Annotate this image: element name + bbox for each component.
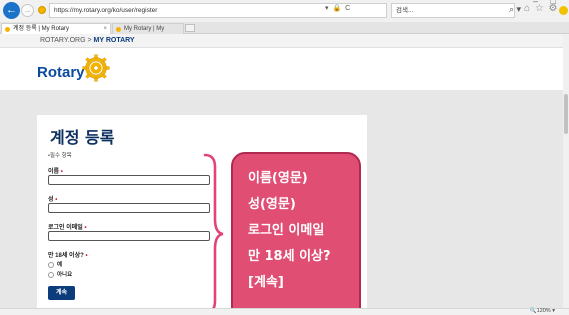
callout-line: 이름(영문) xyxy=(248,171,308,186)
annotation-callout: 이름(영문) 성(영문) 로그인 이메일 만 18세 이상? [계속] xyxy=(231,152,361,315)
page-scrollbar[interactable] xyxy=(563,34,569,308)
tab-favicon-icon xyxy=(5,27,10,32)
required-marker: • xyxy=(85,253,88,259)
search-icon[interactable]: ⌕ ▾ xyxy=(509,4,521,15)
tab-label: 계정 등록 | My Rotary xyxy=(13,26,69,32)
tab-account-register[interactable]: 계정 등록 | My Rotary × xyxy=(1,23,111,34)
age-option-no[interactable]: 아니요 xyxy=(48,270,72,278)
zoom-level[interactable]: 🔍120% ▾ xyxy=(530,308,555,314)
callout-line: 성(영문) xyxy=(248,197,296,212)
age-question-text: 만 18세 이상? xyxy=(48,253,84,259)
breadcrumb-root-link[interactable]: ROTARY.ORG xyxy=(40,37,86,44)
breadcrumb-separator: > xyxy=(85,37,94,44)
search-input[interactable]: 검색... xyxy=(391,3,515,18)
age-option-yes[interactable]: 예 xyxy=(48,260,62,268)
forward-button[interactable]: → xyxy=(21,4,34,17)
first-name-label: 이름 • xyxy=(48,166,63,175)
last-name-field[interactable] xyxy=(48,203,210,213)
radio-yes-label: 예 xyxy=(57,262,63,268)
new-tab-button[interactable] xyxy=(185,24,195,32)
rotary-logo-text[interactable]: Rotary xyxy=(37,64,85,81)
browser-address-bar-row: ← → https://my.rotary.org/ko/user/regist… xyxy=(0,0,569,22)
scrollbar-thumb[interactable] xyxy=(564,94,568,134)
radio-no-label: 아니요 xyxy=(57,272,73,278)
last-name-label: 성 • xyxy=(48,194,57,203)
curly-brace-annotation-icon xyxy=(203,153,224,315)
feedback-smiley-icon[interactable] xyxy=(559,6,568,15)
url-tools[interactable]: ▾ 🔒 C xyxy=(325,4,351,12)
status-bar: 🔍120% ▾ xyxy=(0,308,569,315)
callout-line: 만 18세 이상? xyxy=(248,249,331,264)
site-favicon-icon xyxy=(38,6,46,14)
required-fields-note: •필수 항목 xyxy=(48,153,72,159)
page-title: 계정 등록 xyxy=(50,128,115,147)
window-controls[interactable]: – □ xyxy=(533,0,561,6)
tab-favicon-icon xyxy=(116,27,121,32)
tab-my-rotary[interactable]: My Rotary | My Rotary xyxy=(112,23,184,43)
rotary-wheel-logo-icon[interactable] xyxy=(82,54,110,82)
radio-no[interactable] xyxy=(48,271,54,278)
login-email-field[interactable] xyxy=(48,231,210,241)
callout-line: 로그인 이메일 xyxy=(248,223,325,238)
radio-yes[interactable] xyxy=(48,261,54,268)
age-question-label: 만 18세 이상? • xyxy=(48,250,88,259)
first-name-field[interactable] xyxy=(48,175,210,185)
email-label: 로그인 이메일 • xyxy=(48,222,87,231)
breadcrumb-current-link[interactable]: MY ROTARY xyxy=(94,37,135,44)
site-top-bar: ROTARY.ORG > MY ROTARY xyxy=(0,34,563,48)
site-header: ROTARY.ORG > MY ROTARY Rotary xyxy=(0,34,563,90)
callout-line: [계속] xyxy=(248,275,284,290)
continue-button[interactable]: 계속 xyxy=(48,286,75,300)
back-button[interactable]: ← xyxy=(3,2,20,19)
breadcrumb: ROTARY.ORG > MY ROTARY xyxy=(40,37,135,44)
tab-strip: 계정 등록 | My Rotary × My Rotary | My Rotar… xyxy=(0,22,569,43)
